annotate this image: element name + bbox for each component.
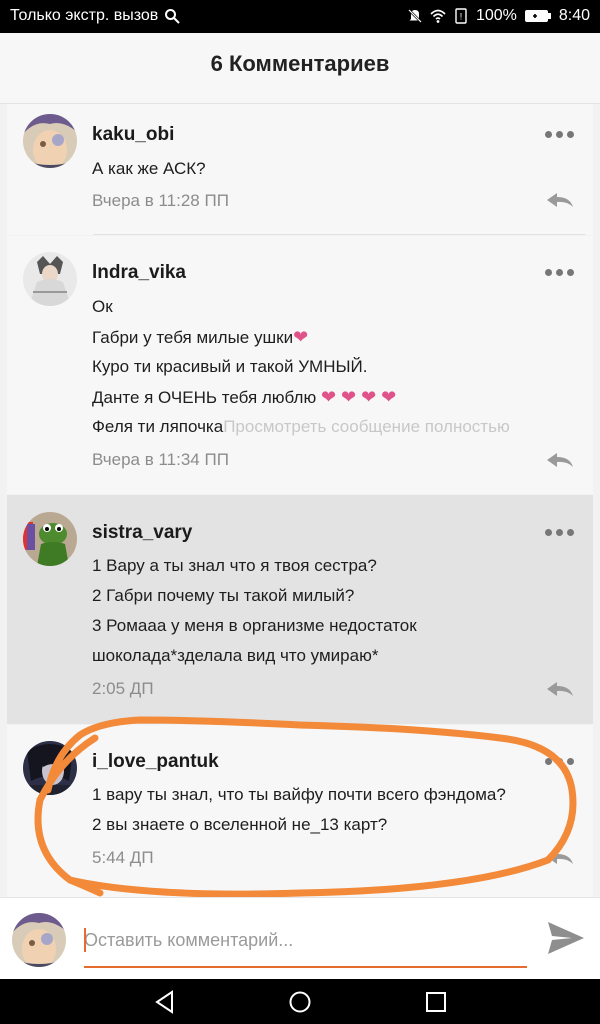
comment-text-line: Данте я ОЧЕНЬ тебя люблю ❤ ❤ ❤ ❤ <box>92 387 397 407</box>
comment-text: 1 Вару а ты знал что я твоя сестра? <box>92 556 377 575</box>
avatar[interactable] <box>23 252 77 306</box>
header: 6 Комментариев <box>0 33 600 104</box>
clock: 8:40 <box>558 7 590 24</box>
sim-icon: ! <box>455 8 467 24</box>
status-left-text: Только экстр. вызов <box>10 7 159 24</box>
wifi-icon <box>430 9 446 23</box>
text-cursor <box>84 928 86 952</box>
battery-percent: 100% <box>475 7 517 24</box>
comment-text: А как же АСК? <box>92 159 206 178</box>
send-icon[interactable] <box>546 918 586 958</box>
navigation-bar <box>0 979 600 1024</box>
see-full-message-link[interactable]: Просмотреть сообщение полностью <box>223 417 510 436</box>
user-avatar <box>12 913 66 967</box>
reply-icon[interactable] <box>545 679 575 699</box>
comment-item: sistra_vary 1 Вару а ты знал что я твоя … <box>7 495 593 724</box>
comment-text: шоколада*зделала вид что умираю* <box>92 646 379 665</box>
comment-text: 3 Ромааа у меня в организме недостаток <box>92 616 417 635</box>
svg-text:!: ! <box>460 12 463 22</box>
mute-icon <box>408 9 422 23</box>
comment-text-line: Габри у тебя милые ушки❤ <box>92 327 309 347</box>
comment-input[interactable]: Оставить комментарий... <box>84 926 527 968</box>
battery-icon <box>524 10 551 22</box>
comment-text: 1 вару ты знал, что ты вайфу почти всего… <box>92 785 506 804</box>
avatar[interactable] <box>23 512 77 566</box>
search-icon <box>165 9 180 24</box>
comment-username[interactable]: kaku_obi <box>92 124 174 146</box>
comment-username[interactable]: lndra_vika <box>92 262 186 284</box>
comment-text: Ок <box>92 297 113 316</box>
comment-time: 5:44 ДП <box>92 848 154 867</box>
comment-item: kaku_obi А как же АСК? Вчера в 11:28 ПП <box>7 104 593 235</box>
comments-list[interactable]: kaku_obi А как же АСК? Вчера в 11:28 ПП … <box>0 104 600 897</box>
avatar[interactable] <box>23 114 77 168</box>
reply-icon[interactable] <box>545 190 575 210</box>
more-icon[interactable] <box>545 267 575 277</box>
page-title: 6 Комментариев <box>210 51 390 76</box>
home-icon[interactable] <box>287 989 313 1015</box>
comment-time: Вчера в 11:34 ПП <box>92 450 229 469</box>
comment-item: lndra_vika Ок Габри у тебя милые ушки❤ К… <box>7 236 593 494</box>
hearts-icon: ❤ ❤ ❤ ❤ <box>320 387 397 407</box>
comment-input-bar: Оставить комментарий... <box>0 897 600 980</box>
more-icon[interactable] <box>545 129 575 139</box>
comment-input-placeholder: Оставить комментарий... <box>84 930 294 950</box>
more-icon[interactable] <box>545 756 575 766</box>
comment-text: 2 Габри почему ты такой милый? <box>92 586 355 605</box>
reply-icon[interactable] <box>545 450 575 470</box>
comment-time: Вчера в 11:28 ПП <box>92 191 229 210</box>
reply-icon[interactable] <box>545 847 575 867</box>
status-bar: Только экстр. вызов ! 100% 8:40 <box>0 0 600 33</box>
avatar[interactable] <box>23 741 77 795</box>
comment-text: Куро ти красивый и такой УМНЫЙ. <box>92 357 368 376</box>
comment-username[interactable]: i_love_pantuk <box>92 751 219 773</box>
back-icon[interactable] <box>152 989 178 1015</box>
input-underline <box>84 966 527 968</box>
recents-icon[interactable] <box>423 989 449 1015</box>
divider <box>93 234 585 235</box>
more-icon[interactable] <box>545 527 575 537</box>
comment-item: i_love_pantuk 1 вару ты знал, что ты вай… <box>7 725 593 897</box>
comment-text-line: Феля ти ляпочкаПросмотреть сообщение пол… <box>92 417 510 436</box>
heart-icon: ❤ <box>293 327 309 347</box>
comment-time: 2:05 ДП <box>92 679 154 698</box>
comment-text: 2 вы знаете о вселенной не_13 карт? <box>92 815 388 834</box>
comment-username[interactable]: sistra_vary <box>92 522 192 544</box>
